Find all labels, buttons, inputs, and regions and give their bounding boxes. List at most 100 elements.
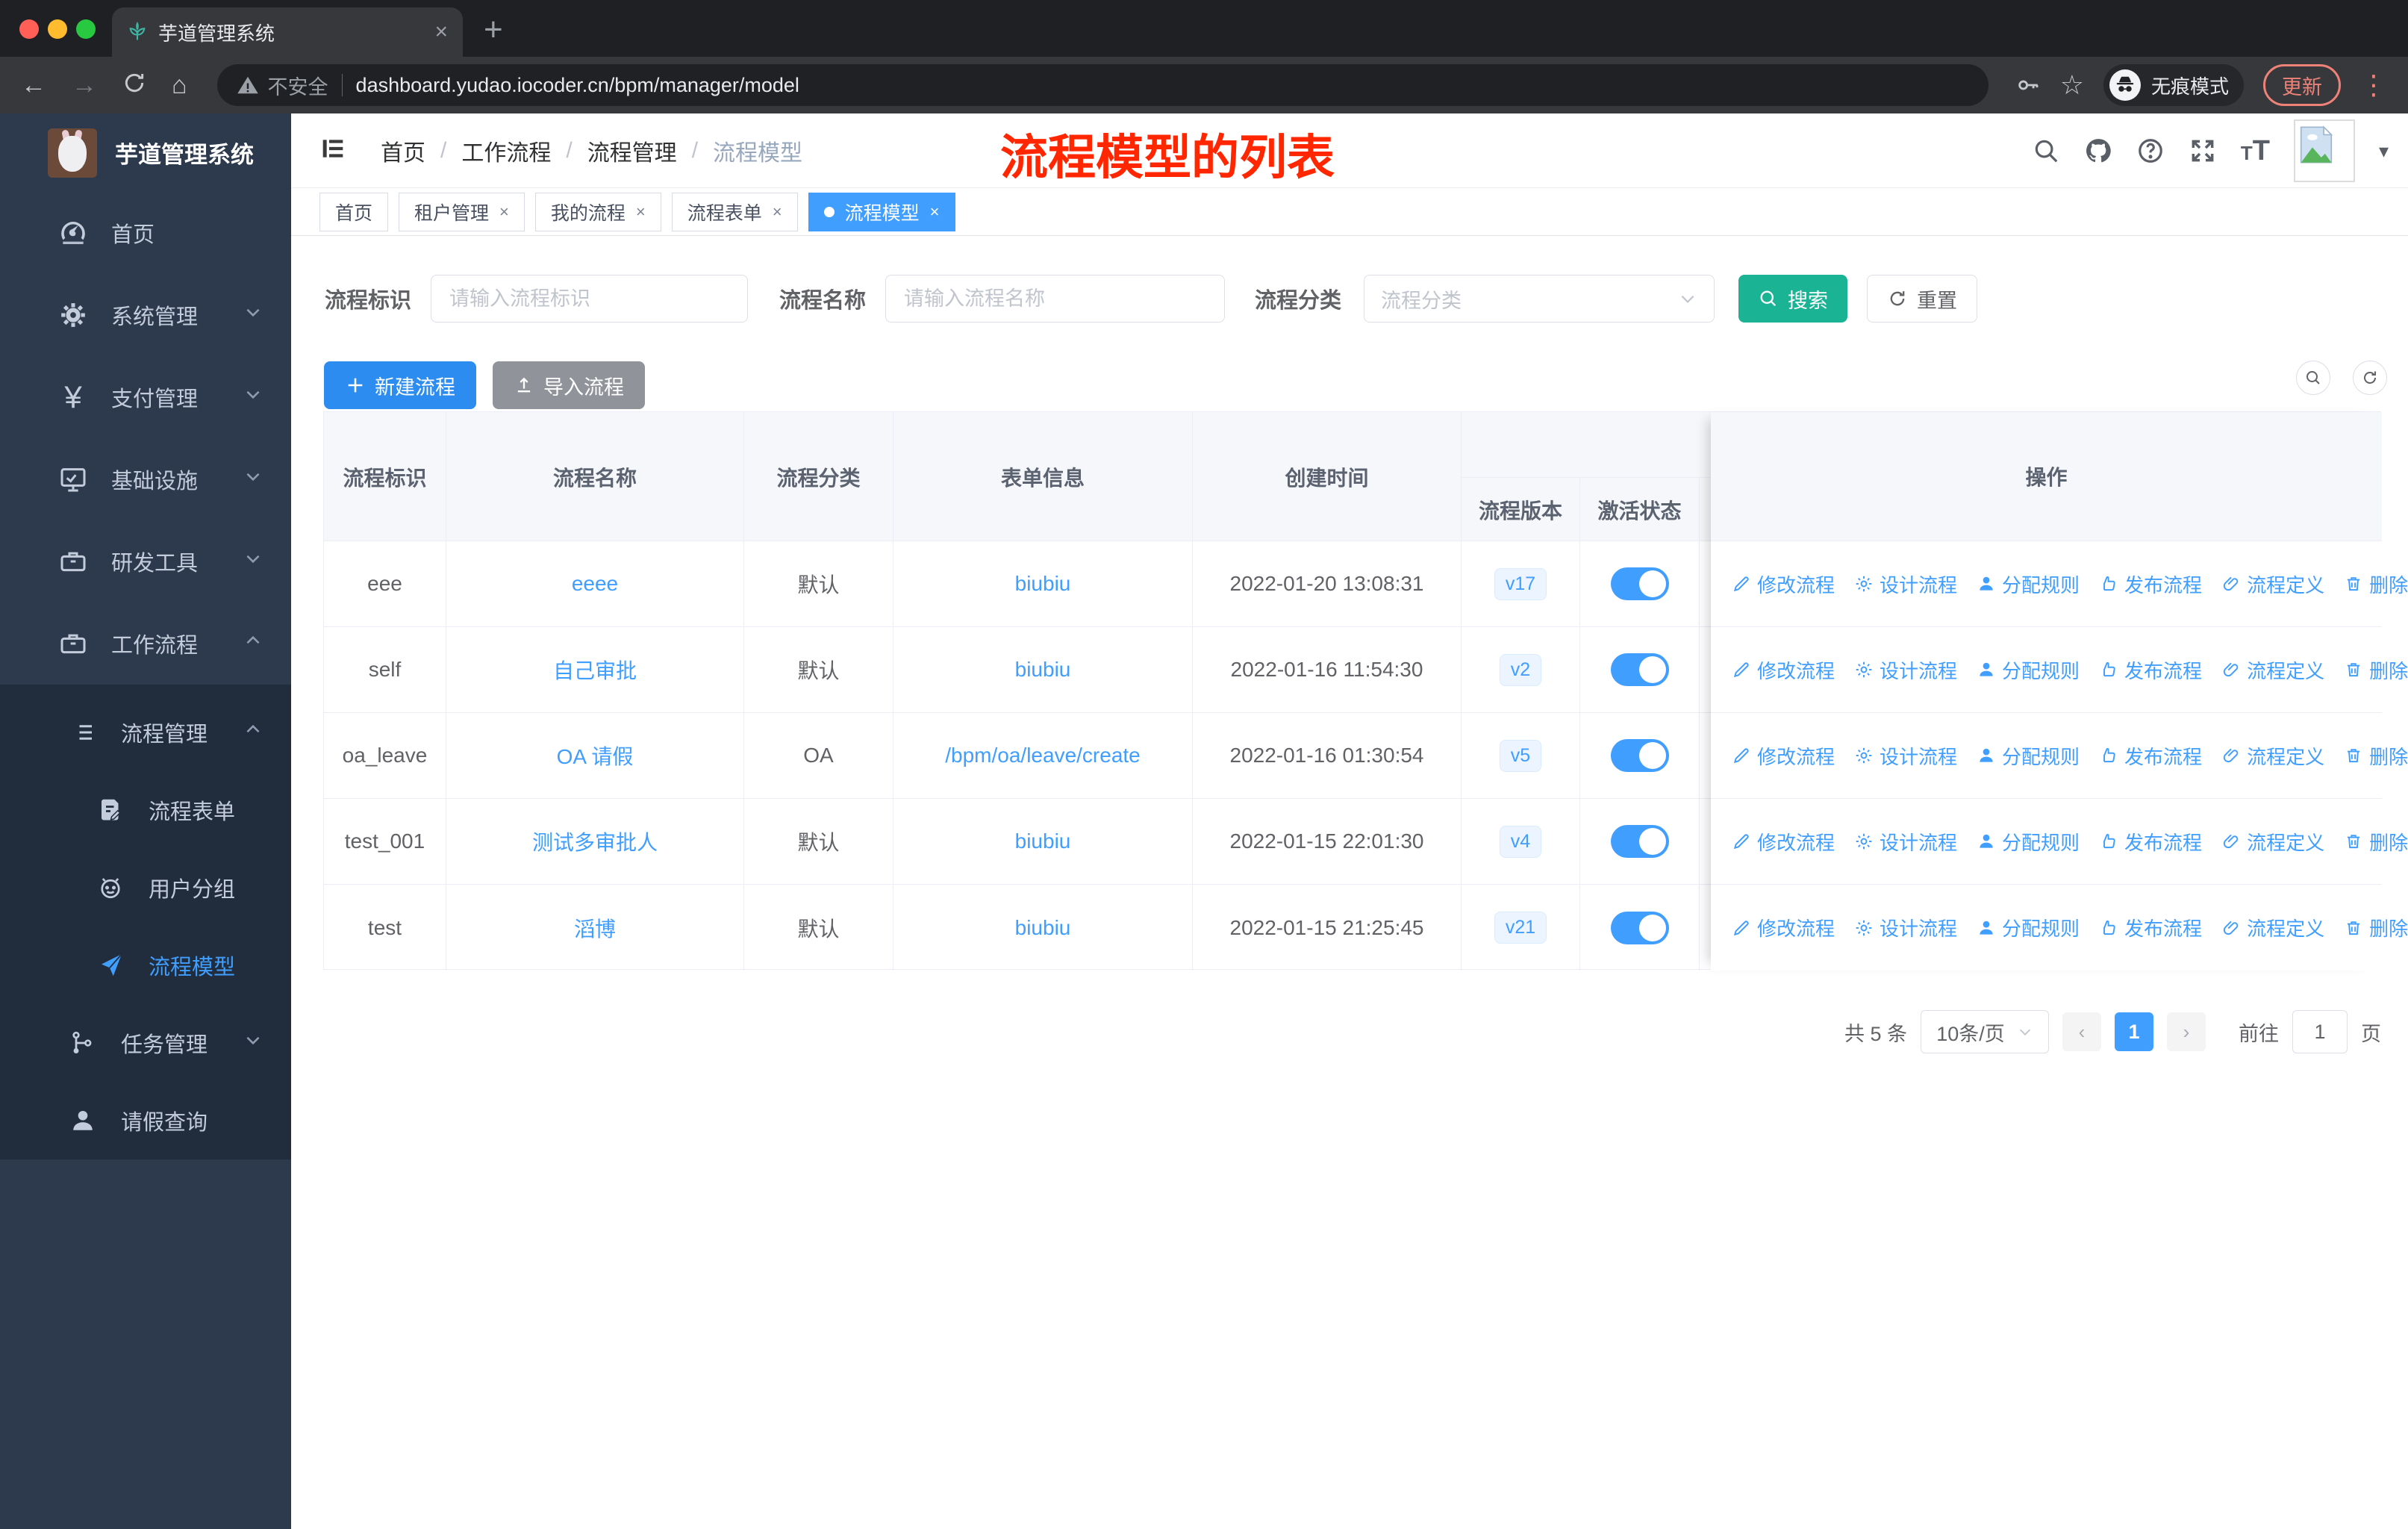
goto-page-input[interactable]: 1 — [2292, 1010, 2348, 1053]
caret-down-icon[interactable]: ▾ — [2379, 140, 2389, 163]
action-publish-link[interactable]: 发布流程 — [2099, 828, 2202, 856]
github-icon[interactable] — [2084, 137, 2112, 165]
active-toggle[interactable] — [1610, 739, 1669, 772]
new-tab-button[interactable]: + — [484, 13, 503, 46]
action-definition-link[interactable]: 流程定义 — [2221, 914, 2324, 941]
action-publish-link[interactable]: 发布流程 — [2099, 656, 2202, 684]
action-assign-link[interactable]: 分配规则 — [1977, 656, 2080, 684]
action-definition-link[interactable]: 流程定义 — [2221, 570, 2324, 598]
action-edit-link[interactable]: 修改流程 — [1732, 570, 1835, 598]
sidebar-item-process-form[interactable]: 流程表单 — [0, 771, 291, 849]
cell-form-info[interactable]: /bpm/oa/leave/create — [893, 713, 1193, 798]
refresh-table-button[interactable] — [2353, 361, 2387, 395]
tag-home[interactable]: 首页 — [319, 192, 389, 231]
breadcrumb-process-manage[interactable]: 流程管理 — [587, 134, 677, 167]
font-size-icon[interactable]: TT — [2241, 135, 2270, 167]
filter-name-input[interactable] — [885, 275, 1226, 323]
prev-page-button[interactable]: ‹ — [2062, 1012, 2101, 1051]
action-design-link[interactable]: 设计流程 — [1854, 828, 1957, 856]
action-publish-link[interactable]: 发布流程 — [2099, 742, 2202, 770]
action-design-link[interactable]: 设计流程 — [1854, 742, 1957, 770]
cell-form-info[interactable]: biubiu — [893, 885, 1193, 971]
reload-icon[interactable] — [122, 71, 146, 99]
sidebar-item-user-group[interactable]: 用户分组 — [0, 849, 291, 927]
action-edit-link[interactable]: 修改流程 — [1732, 656, 1835, 684]
browser-tab[interactable]: 芋道管理系统 × — [112, 7, 463, 57]
fullscreen-icon[interactable] — [2189, 137, 2217, 165]
action-publish-link[interactable]: 发布流程 — [2099, 570, 2202, 598]
sidebar-item-system[interactable]: 系统管理 — [0, 274, 291, 356]
close-icon[interactable]: × — [499, 202, 509, 222]
close-icon[interactable]: × — [636, 202, 646, 222]
current-page[interactable]: 1 — [2115, 1012, 2153, 1051]
help-icon[interactable] — [2136, 137, 2165, 165]
sidebar-item-leave-query[interactable]: 请假查询 — [0, 1082, 291, 1159]
sidebar-item-task-manage[interactable]: 任务管理 — [0, 1004, 291, 1082]
back-icon[interactable]: ← — [21, 72, 46, 98]
cell-process-name[interactable]: eeee — [446, 541, 744, 626]
action-assign-link[interactable]: 分配规则 — [1977, 914, 2080, 941]
action-assign-link[interactable]: 分配规则 — [1977, 828, 2080, 856]
cell-process-name[interactable]: 自己审批 — [446, 627, 744, 712]
cell-form-info[interactable]: biubiu — [893, 627, 1193, 712]
action-design-link[interactable]: 设计流程 — [1854, 570, 1957, 598]
page-size-select[interactable]: 10条/页 — [1921, 1010, 2049, 1053]
action-publish-link[interactable]: 发布流程 — [2099, 914, 2202, 941]
action-definition-link[interactable]: 流程定义 — [2221, 828, 2324, 856]
search-icon[interactable] — [2032, 137, 2060, 165]
action-design-link[interactable]: 设计流程 — [1854, 656, 1957, 684]
tag-my-process[interactable]: 我的流程 × — [534, 192, 661, 231]
action-assign-link[interactable]: 分配规则 — [1977, 570, 2080, 598]
sidebar-item-home[interactable]: 首页 — [0, 192, 291, 274]
create-process-button[interactable]: 新建流程 — [324, 361, 476, 409]
cell-form-info[interactable]: biubiu — [893, 799, 1193, 884]
close-window-button[interactable] — [19, 19, 39, 39]
bookmark-star-icon[interactable]: ☆ — [2060, 72, 2084, 99]
sidebar-item-process-model[interactable]: 流程模型 — [0, 927, 291, 1004]
breadcrumb-home[interactable]: 首页 — [381, 134, 425, 167]
tag-tenant[interactable]: 租户管理 × — [399, 192, 525, 231]
action-del-link[interactable]: 删除 — [2344, 742, 2408, 770]
sidebar-item-workflow[interactable]: 工作流程 — [0, 602, 291, 685]
cell-process-name[interactable]: 测试多审批人 — [446, 799, 744, 884]
sidebar-fold-icon[interactable] — [318, 134, 348, 167]
active-toggle[interactable] — [1610, 567, 1669, 600]
sidebar-item-payment[interactable]: ¥ 支付管理 — [0, 356, 291, 438]
action-assign-link[interactable]: 分配规则 — [1977, 742, 2080, 770]
action-edit-link[interactable]: 修改流程 — [1732, 742, 1835, 770]
sidebar-item-infrastructure[interactable]: 基础设施 — [0, 438, 291, 520]
action-definition-link[interactable]: 流程定义 — [2221, 742, 2324, 770]
forward-icon[interactable]: → — [72, 72, 97, 98]
cell-process-name[interactable]: 滔博 — [446, 885, 744, 971]
filter-category-select[interactable]: 流程分类 — [1364, 275, 1715, 323]
reset-button[interactable]: 重置 — [1867, 275, 1978, 323]
action-del-link[interactable]: 删除 — [2344, 914, 2408, 941]
tag-process-model[interactable]: 流程模型 × — [808, 192, 955, 231]
active-toggle[interactable] — [1610, 825, 1669, 858]
tag-process-form[interactable]: 流程表单 × — [671, 192, 798, 231]
minimize-window-button[interactable] — [48, 19, 67, 39]
action-definition-link[interactable]: 流程定义 — [2221, 656, 2324, 684]
action-del-link[interactable]: 删除 — [2344, 656, 2408, 684]
action-design-link[interactable]: 设计流程 — [1854, 914, 1957, 941]
active-toggle[interactable] — [1610, 653, 1669, 686]
key-icon[interactable] — [2015, 72, 2041, 98]
tab-close-icon[interactable]: × — [434, 21, 448, 43]
close-icon[interactable]: × — [773, 202, 782, 222]
action-edit-link[interactable]: 修改流程 — [1732, 828, 1835, 856]
breadcrumb-workflow[interactable]: 工作流程 — [461, 134, 551, 167]
active-toggle[interactable] — [1610, 911, 1669, 944]
menu-dots-icon[interactable]: ⋮ — [2360, 72, 2387, 99]
import-process-button[interactable]: 导入流程 — [493, 361, 645, 409]
action-del-link[interactable]: 删除 — [2344, 828, 2408, 856]
sidebar-item-process-manage[interactable]: 流程管理 — [0, 694, 291, 771]
maximize-window-button[interactable] — [76, 19, 96, 39]
action-del-link[interactable]: 删除 — [2344, 570, 2408, 598]
sidebar-item-devtools[interactable]: 研发工具 — [0, 520, 291, 602]
address-bar[interactable]: 不安全 dashboard.yudao.iocoder.cn/bpm/manag… — [216, 64, 1989, 106]
update-button[interactable]: 更新 — [2263, 64, 2341, 106]
window-controls[interactable] — [19, 19, 96, 39]
action-edit-link[interactable]: 修改流程 — [1732, 914, 1835, 941]
home-icon[interactable]: ⌂ — [172, 72, 187, 98]
next-page-button[interactable]: › — [2167, 1012, 2206, 1051]
